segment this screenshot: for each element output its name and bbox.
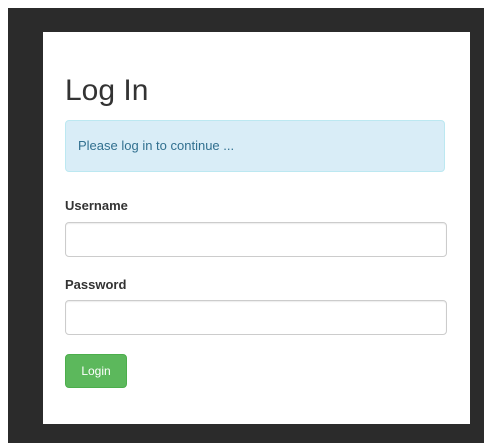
- login-button[interactable]: Login: [65, 354, 127, 388]
- login-panel: Log In Please log in to continue ... Use…: [43, 32, 470, 424]
- password-field[interactable]: [65, 300, 447, 335]
- password-label: Password: [65, 277, 127, 292]
- info-alert: Please log in to continue ...: [65, 120, 445, 172]
- username-field[interactable]: [65, 222, 447, 257]
- page-title: Log In: [65, 74, 149, 107]
- username-label: Username: [65, 198, 128, 213]
